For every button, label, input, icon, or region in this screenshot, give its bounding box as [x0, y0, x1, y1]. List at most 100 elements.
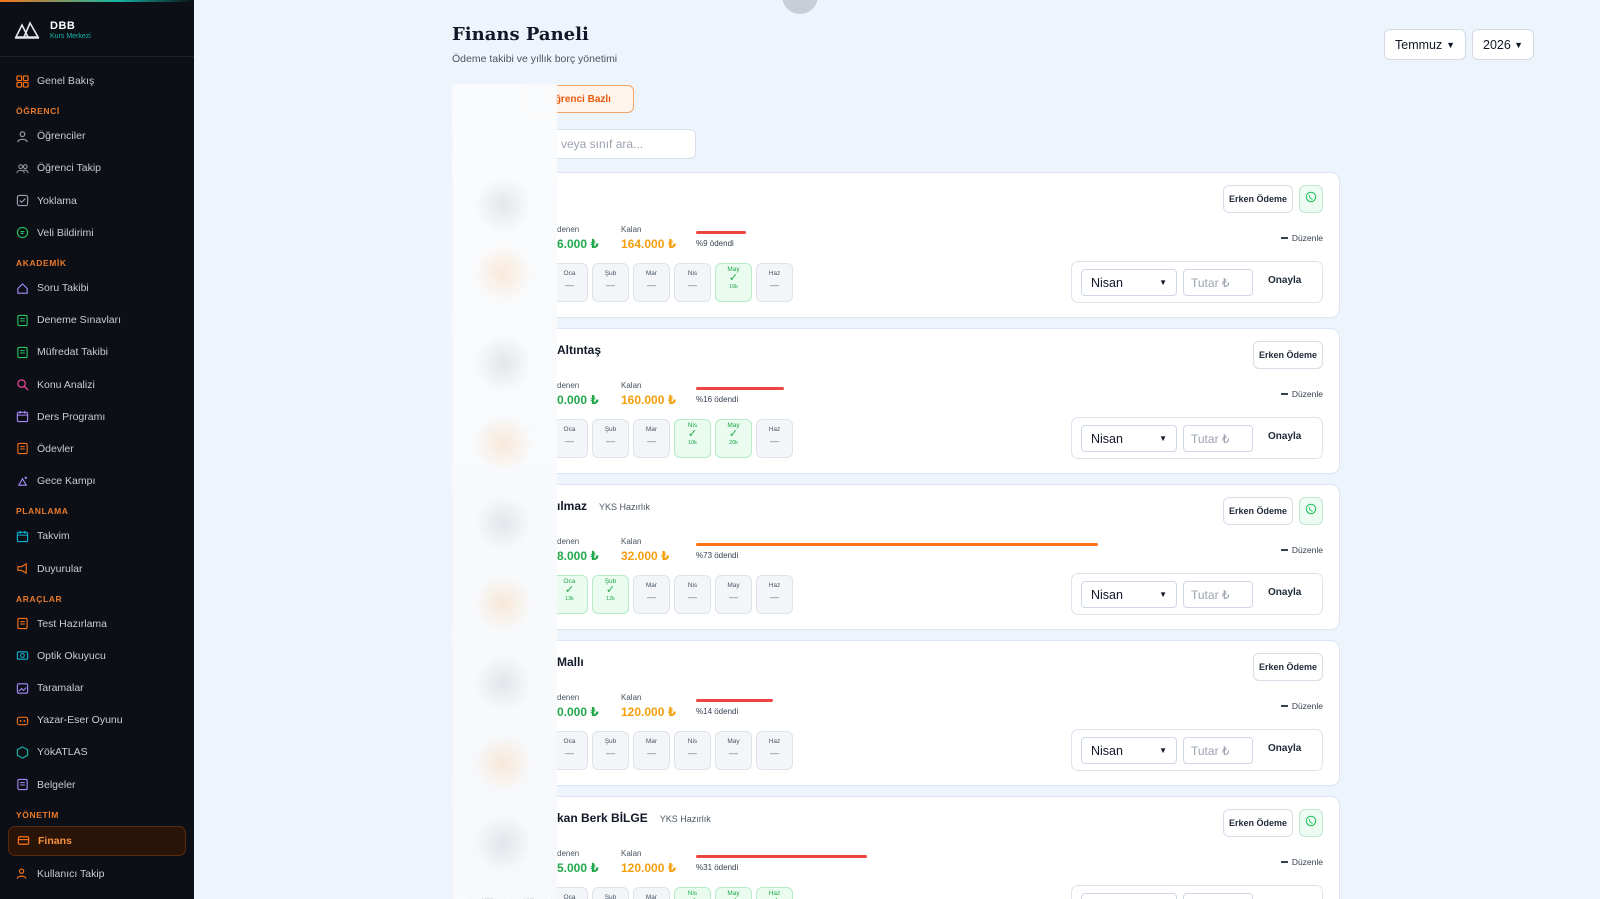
early-payment-button[interactable]: Erken Ödeme — [1253, 653, 1323, 681]
month-label: Oca — [563, 894, 576, 899]
main-content: Finans Paneli Ödeme takibi ve yıllık bor… — [194, 0, 1600, 899]
sidebar-item-belgeler[interactable]: Belgeler — [0, 769, 194, 801]
avatar[interactable] — [782, 0, 818, 14]
month-cell[interactable]: Mar — — [633, 731, 670, 770]
month-cell-paid[interactable]: Nis ✓ — [674, 887, 711, 899]
month-cell[interactable]: Şub — — [592, 731, 629, 770]
sidebar-item-yazar-eser-oyunu[interactable]: Yazar-Eser Oyunu — [0, 704, 194, 736]
month-cell[interactable]: Nis — — [674, 263, 711, 302]
sidebar-item-overview[interactable]: Genel Bakış — [0, 65, 194, 97]
month-cell[interactable]: Şub — — [592, 419, 629, 458]
sidebar-item-finans[interactable]: Finans — [8, 825, 186, 856]
chevron-down-icon: ▼ — [1159, 434, 1167, 443]
confirm-label: Onayla — [1268, 431, 1302, 442]
month-cell-paid[interactable]: Şub ✓ 12k — [592, 575, 629, 614]
sidebar-item-odevler[interactable]: Ödevler — [0, 433, 194, 465]
month-cell[interactable]: Mar — — [633, 887, 670, 899]
edit-link[interactable]: Düzenle — [1280, 233, 1323, 243]
sidebar-item-takvim[interactable]: Takvim — [0, 520, 194, 552]
month-cell[interactable]: Mar — — [633, 419, 670, 458]
amount-input[interactable]: Tutar ₺ — [1183, 581, 1253, 608]
confirm-button[interactable]: Onayla — [1268, 431, 1301, 442]
early-payment-button[interactable]: Erken Ödeme — [1223, 497, 1293, 525]
sidebar-item-ogrenci-takip[interactable]: Öğrenci Takip — [0, 152, 194, 184]
confirm-button[interactable]: Onayla — [1268, 587, 1301, 598]
check-icon: ✓ — [728, 428, 739, 440]
sidebar-item-label: Yoklama — [37, 194, 77, 207]
sidebar-item-duyurular[interactable]: Duyurular — [0, 552, 194, 584]
home-icon — [16, 282, 29, 295]
month-select[interactable]: Temmuz ▼ — [1384, 29, 1466, 60]
amount-input[interactable]: Tutar ₺ — [1183, 269, 1253, 296]
early-payment-button[interactable]: Erken Ödeme — [1223, 185, 1293, 213]
month-cell[interactable]: Mar — — [633, 575, 670, 614]
month-cell-paid[interactable]: Haz ✓ — [756, 887, 793, 899]
early-payment-button[interactable]: Erken Ödeme — [1223, 809, 1293, 837]
brand[interactable]: DBB Kurs Merkezi — [0, 0, 194, 57]
payment-month-select[interactable]: Nisan▼ — [1081, 893, 1177, 899]
megaphone-icon — [16, 562, 29, 575]
early-payment-label: Erken Ödeme — [1258, 662, 1318, 672]
payment-month-select[interactable]: Nisan▼ — [1081, 269, 1177, 296]
month-cell[interactable]: Haz — — [756, 575, 793, 614]
edit-link[interactable]: Düzenle — [1280, 701, 1323, 711]
confirm-button[interactable]: Onayla — [1268, 275, 1301, 286]
sidebar-item-optik-okuyucu[interactable]: Optik Okuyucu — [0, 640, 194, 672]
month-cell-paid[interactable]: May ✓ — [715, 887, 752, 899]
whatsapp-button[interactable] — [1299, 809, 1323, 837]
month-cell[interactable]: Haz — — [756, 263, 793, 302]
month-cell[interactable]: Şub — — [592, 263, 629, 302]
sidebar-item-label: Ödevler — [37, 442, 74, 455]
year-select[interactable]: 2026 ▼ — [1472, 29, 1534, 60]
sidebar-item-test-hazirlama[interactable]: Test Hazırlama — [0, 608, 194, 640]
sidebar-item-label: Duyurular — [37, 562, 83, 575]
early-payment-button[interactable]: Erken Ödeme — [1253, 341, 1323, 369]
month-cell[interactable]: Nis — — [674, 731, 711, 770]
month-cell-paid[interactable]: May ✓ 20k — [715, 419, 752, 458]
scanner-icon — [16, 649, 29, 662]
sidebar-item-taramalar[interactable]: Taramalar — [0, 672, 194, 704]
edit-link[interactable]: Düzenle — [1280, 545, 1323, 555]
payment-month-select[interactable]: Nisan▼ — [1081, 581, 1177, 608]
month-cell[interactable]: May — — [715, 575, 752, 614]
amount-input[interactable]: Tutar ₺ — [1183, 737, 1253, 764]
edit-label: Düzenle — [1291, 857, 1323, 867]
sidebar-item-mufredat-takibi[interactable]: Müfredat Takibi — [0, 336, 194, 368]
sidebar-item-ogrenciler[interactable]: Öğrenciler — [0, 120, 194, 152]
whatsapp-button[interactable] — [1299, 497, 1323, 525]
edit-link[interactable]: Düzenle — [1280, 857, 1323, 867]
month-cell-paid[interactable]: May ✓ 16k — [715, 263, 752, 302]
month-cell[interactable]: Haz — — [756, 731, 793, 770]
empty-dash: — — [606, 748, 615, 758]
month-cell-paid[interactable]: Nis ✓ 10k — [674, 419, 711, 458]
month-cell[interactable]: Haz — — [756, 419, 793, 458]
whatsapp-icon — [1305, 814, 1317, 832]
sidebar-item-kullanici-takip[interactable]: Kullanıcı Takip — [0, 858, 194, 890]
sidebar-item-deneme-sinavlari[interactable]: Deneme Sınavları — [0, 304, 194, 336]
payment-month-select[interactable]: Nisan▼ — [1081, 737, 1177, 764]
check-icon: ✓ — [564, 584, 575, 596]
sidebar-item-soru-takibi[interactable]: Soru Takibi — [0, 272, 194, 304]
document-icon — [16, 617, 29, 630]
sidebar-item-veli-bildirimi[interactable]: Veli Bildirimi — [0, 217, 194, 249]
sidebar-item-yoklama[interactable]: Yoklama — [0, 185, 194, 217]
amount-input[interactable]: Tutar ₺ — [1183, 893, 1253, 899]
empty-dash: — — [606, 280, 615, 290]
sidebar-item-yokatlas[interactable]: YökATLAS — [0, 736, 194, 768]
paid-label: denen — [557, 693, 580, 702]
sidebar-item-label: Genel Bakış — [37, 75, 95, 88]
sidebar-item-konu-analizi[interactable]: Konu Analizi — [0, 369, 194, 401]
search-placeholder: veya sınıf ara... — [561, 137, 644, 151]
empty-dash: — — [729, 592, 738, 602]
amount-input[interactable]: Tutar ₺ — [1183, 425, 1253, 452]
whatsapp-button[interactable] — [1299, 185, 1323, 213]
month-cell[interactable]: Nis — — [674, 575, 711, 614]
edit-link[interactable]: Düzenle — [1280, 389, 1323, 399]
sidebar-item-ders-programi[interactable]: Ders Programı — [0, 401, 194, 433]
month-cell[interactable]: Şub — — [592, 887, 629, 899]
month-cell[interactable]: May — — [715, 731, 752, 770]
month-cell[interactable]: Mar — — [633, 263, 670, 302]
payment-month-select[interactable]: Nisan▼ — [1081, 425, 1177, 452]
sidebar-item-gece-kampi[interactable]: Gece Kampı — [0, 465, 194, 497]
confirm-button[interactable]: Onayla — [1268, 743, 1301, 754]
